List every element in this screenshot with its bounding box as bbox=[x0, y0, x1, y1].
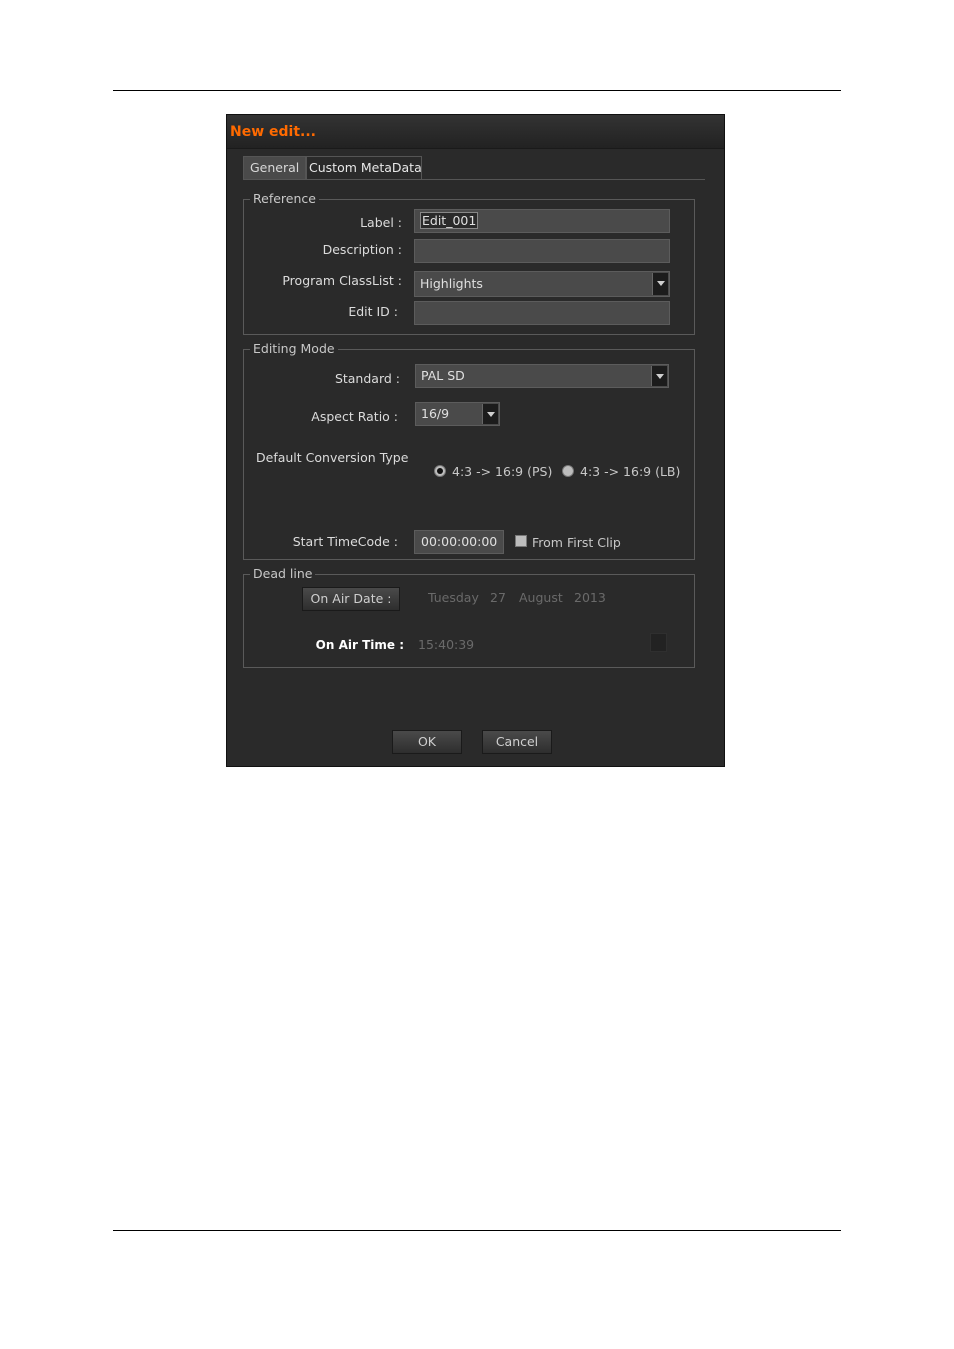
edit-id-input[interactable] bbox=[414, 301, 670, 325]
program-classlist-label: Program ClassList : bbox=[282, 273, 402, 288]
chevron-down-icon[interactable] bbox=[652, 273, 668, 295]
chevron-down-icon[interactable] bbox=[651, 366, 667, 386]
new-edit-dialog: New edit... General Custom MetaData Refe… bbox=[226, 114, 725, 767]
dialog-title: New edit... bbox=[230, 124, 316, 140]
tab-custom-metadata[interactable]: Custom MetaData bbox=[306, 156, 422, 180]
conversion-ps-label[interactable]: 4:3 -> 16:9 (PS) bbox=[452, 464, 552, 479]
default-conversion-type-label: Default Conversion Type bbox=[256, 450, 409, 465]
editing-mode-legend: Editing Mode bbox=[250, 342, 338, 356]
aspect-ratio-select[interactable]: 16/9 bbox=[415, 402, 500, 426]
date-day[interactable]: 27 bbox=[490, 590, 506, 605]
reference-group: Reference Label : Edit_001 Description :… bbox=[243, 192, 695, 335]
from-first-clip-checkbox[interactable] bbox=[515, 535, 527, 547]
standard-select[interactable]: PAL SD bbox=[415, 364, 669, 388]
program-classlist-value: Highlights bbox=[420, 276, 483, 291]
conversion-lb-label[interactable]: 4:3 -> 16:9 (LB) bbox=[580, 464, 680, 479]
ok-button[interactable]: OK bbox=[392, 730, 462, 754]
time-spinner[interactable] bbox=[650, 633, 667, 652]
date-weekday[interactable]: Tuesday bbox=[428, 590, 479, 605]
cancel-button[interactable]: Cancel bbox=[482, 730, 552, 754]
label-input-value: Edit_001 bbox=[420, 212, 479, 229]
date-year[interactable]: 2013 bbox=[574, 590, 606, 605]
label-field-label: Label : bbox=[360, 215, 402, 230]
start-timecode-label: Start TimeCode : bbox=[292, 534, 398, 549]
program-classlist-select[interactable]: Highlights bbox=[414, 271, 670, 297]
dialog-titlebar: New edit... bbox=[227, 115, 724, 149]
chevron-down-icon[interactable] bbox=[482, 404, 498, 424]
standard-label: Standard : bbox=[334, 371, 400, 386]
on-air-date-button[interactable]: On Air Date : bbox=[302, 587, 400, 611]
from-first-clip-label[interactable]: From First Clip bbox=[532, 535, 621, 550]
on-air-time-label: On Air Time : bbox=[315, 638, 404, 652]
description-input[interactable] bbox=[414, 239, 670, 263]
deadline-group: Dead line On Air Date : Tuesday 27 Augus… bbox=[243, 567, 695, 668]
editing-mode-group: Editing Mode Standard : PAL SD Aspect Ra… bbox=[243, 342, 695, 560]
tab-general[interactable]: General bbox=[243, 156, 306, 180]
edit-id-label: Edit ID : bbox=[348, 304, 398, 319]
label-input[interactable]: Edit_001 bbox=[414, 209, 670, 233]
radio-conversion-ps[interactable] bbox=[434, 465, 446, 477]
date-month[interactable]: August bbox=[519, 590, 563, 605]
reference-legend: Reference bbox=[250, 192, 319, 206]
deadline-legend: Dead line bbox=[250, 567, 316, 581]
radio-conversion-lb[interactable] bbox=[562, 465, 574, 477]
start-timecode-input[interactable]: 00:00:00:00 bbox=[414, 530, 504, 554]
aspect-ratio-value: 16/9 bbox=[421, 406, 450, 421]
aspect-ratio-label: Aspect Ratio : bbox=[311, 409, 398, 424]
description-field-label: Description : bbox=[322, 242, 402, 257]
page-bottom-rule bbox=[113, 1230, 841, 1231]
page-top-rule bbox=[113, 90, 841, 91]
tab-divider bbox=[243, 179, 705, 180]
on-air-time-value[interactable]: 15:40:39 bbox=[418, 637, 474, 652]
standard-value: PAL SD bbox=[421, 368, 465, 383]
